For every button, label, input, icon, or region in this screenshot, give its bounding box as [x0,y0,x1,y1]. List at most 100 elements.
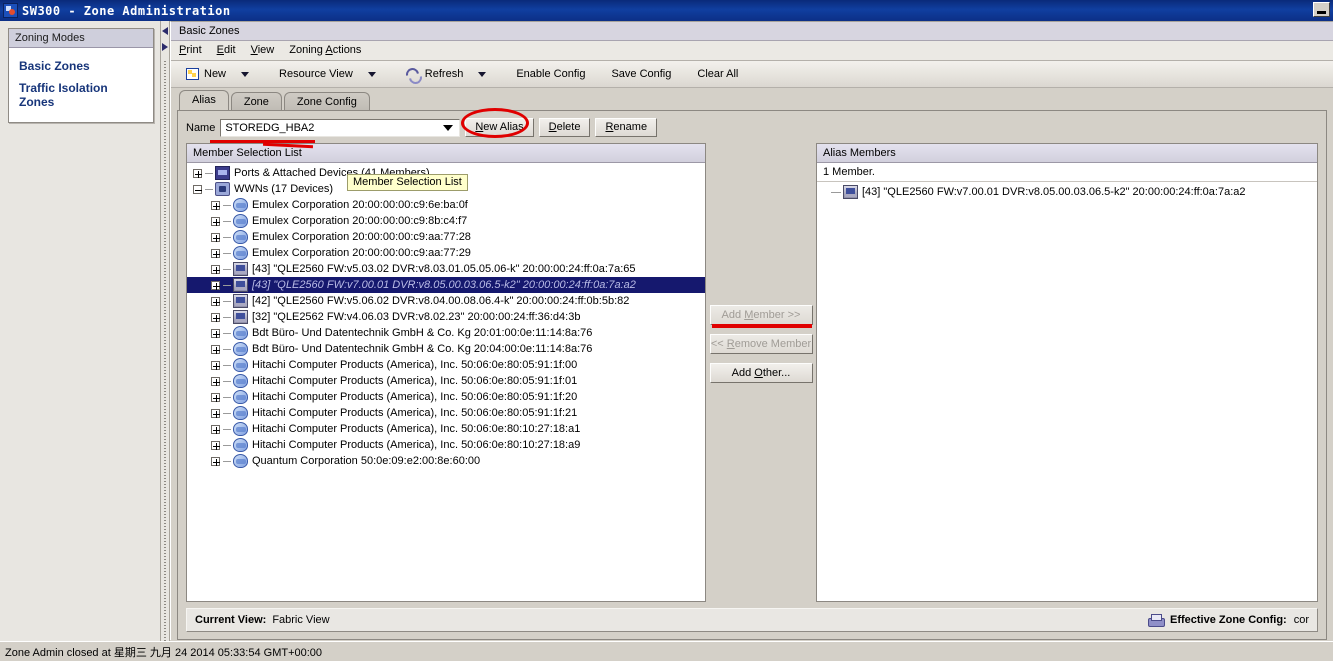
tree-connector [223,428,231,430]
tab-zone-config[interactable]: Zone Config [283,92,370,111]
tree-connector [223,380,231,382]
tree-row[interactable]: Bdt Büro- Und Datentechnik GmbH & Co. Kg… [187,341,705,357]
expand-icon[interactable] [211,392,220,402]
minimize-icon [1317,11,1326,14]
tree-row-label: [32] "QLE2562 FW:v4.06.03 DVR:v8.02.23" … [252,311,581,323]
tree-row[interactable]: Hitachi Computer Products (America), Inc… [187,405,705,421]
tab-alias[interactable]: Alias [179,90,229,110]
menu-view[interactable]: View [251,44,275,56]
toolbar-refresh[interactable]: Refresh [399,66,494,83]
device-icon [233,342,248,356]
toolbar-resource-view[interactable]: Resource View [272,66,383,82]
tree-row[interactable]: Emulex Corporation 20:00:00:00:c9:aa:77:… [187,245,705,261]
menu-edit[interactable]: Edit [217,44,236,56]
tree-row-label: [42] "QLE2560 FW:v5.06.02 DVR:v8.04.00.0… [252,295,630,307]
current-view-value: Fabric View [272,614,330,626]
toolbar-new[interactable]: New [179,66,256,82]
expand-icon[interactable] [211,264,220,274]
toolbar-clear-all-label: Clear All [697,68,739,80]
tree-row[interactable]: Quantum Corporation 50:0e:09:e2:00:8e:60… [187,453,705,469]
chevron-down-icon[interactable] [241,71,250,77]
chevron-down-icon[interactable] [367,71,376,77]
toolbar-new-label: New [204,68,227,80]
tree-row[interactable]: Emulex Corporation 20:00:00:00:c9:8b:c4:… [187,213,705,229]
device-icon [233,422,248,436]
tree-row[interactable]: [43] "QLE2560 FW:v7.00.01 DVR:v8.05.00.0… [187,277,705,293]
new-alias-button[interactable]: New Alias [465,118,534,137]
sidebar-splitter[interactable] [161,21,170,661]
tree-connector [223,236,231,238]
content-frame: Basic Zones Print Edit View Zoning Actio… [170,21,1333,640]
tree-row[interactable]: Hitachi Computer Products (America), Inc… [187,357,705,373]
tree-row-label: Emulex Corporation 20:00:00:00:c9:aa:77:… [252,231,471,243]
expand-icon[interactable] [211,200,220,210]
chevron-down-icon[interactable] [443,124,454,131]
expand-icon[interactable] [211,216,220,226]
toolbar-enable-config[interactable]: Enable Config [509,66,592,82]
tree-row[interactable]: [32] "QLE2562 FW:v4.06.03 DVR:v8.02.23" … [187,309,705,325]
tree-row[interactable]: Bdt Büro- Und Datentechnik GmbH & Co. Kg… [187,325,705,341]
window-controls [1313,2,1330,17]
member-selection-tree[interactable]: Ports & Attached Devices (41 Members) WWN… [187,163,705,601]
expand-icon[interactable] [211,360,220,370]
expand-icon[interactable] [211,312,220,322]
device-icon [233,246,248,260]
expand-icon[interactable] [211,440,220,450]
sidebar-item-basic-zones[interactable]: Basic Zones [9,55,153,77]
menu-print[interactable]: Print [179,44,202,56]
toolbar-save-config[interactable]: Save Config [604,66,678,82]
rename-button[interactable]: Rename [595,118,658,137]
splitter-expand-icon[interactable] [162,43,168,51]
add-other-button[interactable]: Add Other... [709,363,813,383]
alias-members-tree[interactable]: [43] "QLE2560 FW:v7.00.01 DVR:v8.05.00.0… [817,182,1317,601]
menubar: Print Edit View Zoning Actions [171,41,1333,61]
transfer-buttons: Add Member >> << Remove Member Add Other… [706,143,816,602]
tree-row-label: Hitachi Computer Products (America), Inc… [252,439,581,451]
chevron-down-icon[interactable] [478,71,487,77]
expand-icon[interactable] [211,296,220,306]
tree-row[interactable]: [42] "QLE2560 FW:v5.06.02 DVR:v8.04.00.0… [187,293,705,309]
effective-zone-config-value: cor [1293,614,1309,626]
alias-name-combobox[interactable]: STOREDG_HBA2 [220,118,461,137]
toolbar-clear-all[interactable]: Clear All [690,66,745,82]
expand-icon[interactable] [211,376,220,386]
expand-icon[interactable] [211,328,220,338]
expand-icon[interactable] [211,248,220,258]
expand-icon[interactable] [211,456,220,466]
tree-row-label: Emulex Corporation 20:00:00:00:c9:aa:77:… [252,247,471,259]
tree-row[interactable]: Emulex Corporation 20:00:00:00:c9:6e:ba:… [187,197,705,213]
add-member-button[interactable]: Add Member >> [709,305,813,325]
document-title: Basic Zones [171,22,1333,41]
menu-zoning-actions[interactable]: Zoning Actions [289,44,361,56]
alias-member-row[interactable]: [43] "QLE2560 FW:v7.00.01 DVR:v8.05.00.0… [817,184,1317,200]
tree-connector [223,332,231,334]
expand-icon[interactable] [211,232,220,242]
tree-row-label: Bdt Büro- Und Datentechnik GmbH & Co. Kg… [252,343,593,355]
tree-row[interactable]: Emulex Corporation 20:00:00:00:c9:aa:77:… [187,229,705,245]
sidebar-item-traffic-isolation-zones[interactable]: Traffic Isolation Zones [9,77,153,113]
expand-icon[interactable] [211,424,220,434]
expand-icon[interactable] [211,344,220,354]
expand-icon[interactable] [211,408,220,418]
alias-member-label: [43] "QLE2560 FW:v7.00.01 DVR:v8.05.00.0… [862,186,1246,198]
splitter-collapse-icon[interactable] [162,27,168,35]
tree-row[interactable]: Hitachi Computer Products (America), Inc… [187,373,705,389]
alias-members-title: Alias Members [817,144,1317,163]
expand-icon[interactable] [193,168,202,178]
expand-icon[interactable] [211,280,220,290]
tree-row-label: Hitachi Computer Products (America), Inc… [252,423,581,435]
tree-connector [223,444,231,446]
app-icon [3,3,18,18]
delete-button[interactable]: Delete [538,118,591,137]
tree-connector [205,188,213,190]
tree-row[interactable]: [43] "QLE2560 FW:v5.03.02 DVR:v8.03.01.0… [187,261,705,277]
tree-row[interactable]: Hitachi Computer Products (America), Inc… [187,421,705,437]
tree-row[interactable]: Hitachi Computer Products (America), Inc… [187,437,705,453]
print-icon[interactable] [1147,613,1165,627]
tab-zone[interactable]: Zone [230,92,282,111]
device-icon [233,390,248,404]
tree-row[interactable]: Hitachi Computer Products (America), Inc… [187,389,705,405]
collapse-icon[interactable] [193,184,202,194]
minimize-button[interactable] [1313,2,1330,17]
remove-member-button[interactable]: << Remove Member [709,334,813,354]
